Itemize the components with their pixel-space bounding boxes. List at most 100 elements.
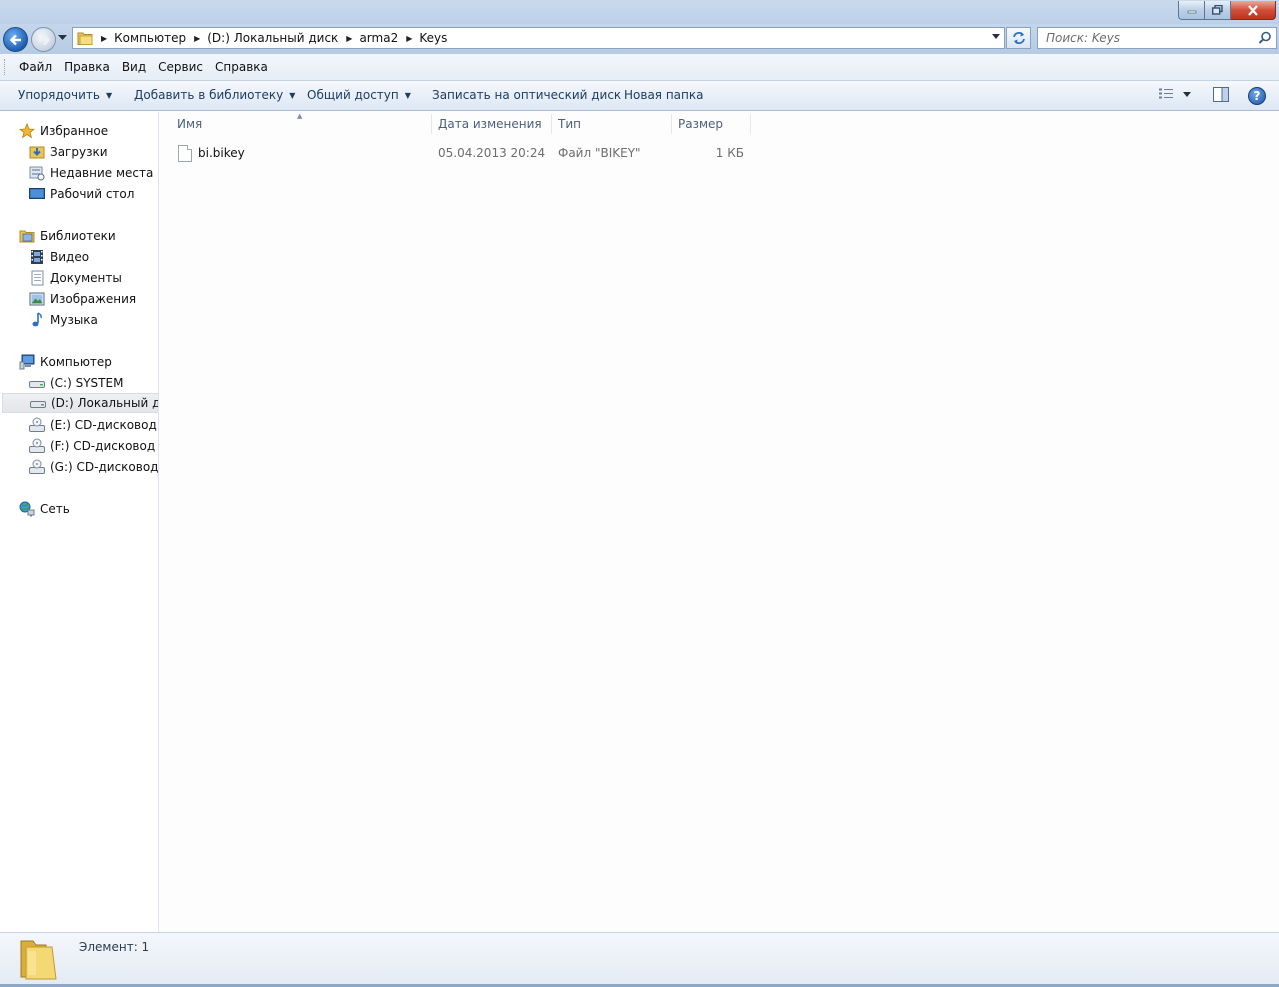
nav-network-label: Сеть <box>40 502 70 516</box>
menu-tools[interactable]: Сервис <box>152 60 209 74</box>
chevron-right-icon[interactable]: ▶ <box>194 34 200 43</box>
nav-item-label: Рабочий стол <box>50 187 135 201</box>
breadcrumb-computer[interactable]: Компьютер <box>114 31 186 45</box>
chevron-right-icon[interactable]: ▶ <box>346 34 352 43</box>
nav-network[interactable]: Сеть <box>19 499 70 519</box>
nav-item-drive-g[interactable]: (G:) CD-дисковод - . <box>29 457 159 477</box>
column-header-date[interactable]: Дата изменения <box>438 112 551 136</box>
arrow-left-icon <box>9 34 21 46</box>
file-name: bi.bikey <box>198 146 245 160</box>
file-list-pane: ▲ Имя Дата изменения Тип Размер bi.bikey… <box>160 112 1279 932</box>
recent-places-icon <box>29 165 45 181</box>
column-header-size[interactable]: Размер <box>678 112 750 136</box>
nav-favorites[interactable]: Избранное <box>19 121 108 141</box>
hard-drive-icon <box>30 395 46 411</box>
nav-item-documents[interactable]: Документы <box>29 268 122 288</box>
nav-libraries[interactable]: Библиотеки <box>19 226 116 246</box>
column-divider[interactable] <box>750 114 751 134</box>
column-divider[interactable] <box>431 114 432 134</box>
search-icon[interactable] <box>1258 31 1272 45</box>
chevron-down-icon: ▼ <box>105 90 113 100</box>
menu-help[interactable]: Справка <box>209 60 274 74</box>
help-button[interactable]: ? <box>1248 87 1266 105</box>
restore-button[interactable] <box>1205 1 1231 20</box>
table-row[interactable]: bi.bikey 05.04.2013 20:24 Файл "BIKEY" 1… <box>176 142 752 164</box>
share-button[interactable]: Общий доступ ▼ <box>307 88 411 102</box>
video-icon <box>29 249 45 265</box>
navigation-pane: Избранное Загрузки Недавние места Рабочи… <box>0 112 159 932</box>
search-placeholder: Поиск: Keys <box>1046 31 1121 45</box>
preview-pane-icon <box>1213 87 1229 102</box>
column-divider[interactable] <box>551 114 552 134</box>
menu-bar: Файл Правка Вид Сервис Справка <box>0 54 1279 81</box>
minimize-icon <box>1187 10 1196 14</box>
nav-item-recent-places[interactable]: Недавние места <box>29 163 153 183</box>
column-header-type[interactable]: Тип <box>558 112 671 136</box>
forward-button[interactable] <box>31 27 56 52</box>
breadcrumb-drive-d[interactable]: (D:) Локальный диск <box>207 31 338 45</box>
nav-item-pictures[interactable]: Изображения <box>29 289 136 309</box>
refresh-button[interactable] <box>1006 27 1031 49</box>
arrow-right-icon <box>39 34 51 46</box>
column-header-label: Тип <box>558 117 581 131</box>
burn-button[interactable]: Записать на оптический диск <box>432 88 621 102</box>
downloads-folder-icon <box>29 144 45 160</box>
organize-button[interactable]: Упорядочить ▼ <box>18 88 112 102</box>
breadcrumb-keys[interactable]: Keys <box>419 31 447 45</box>
back-button[interactable] <box>3 27 28 52</box>
preview-pane-button[interactable] <box>1213 87 1229 102</box>
add-to-library-label: Добавить в библиотеку <box>134 88 284 102</box>
nav-item-video[interactable]: Видео <box>29 247 89 267</box>
breadcrumb: ▶ Компьютер ▶ (D:) Локальный диск ▶ arma… <box>93 28 447 48</box>
details-view-icon <box>1159 88 1173 99</box>
organize-label: Упорядочить <box>18 88 100 102</box>
nav-item-desktop[interactable]: Рабочий стол <box>29 184 134 204</box>
nav-item-drive-f[interactable]: (F:) CD-дисковод - V <box>29 436 158 456</box>
nav-item-label: (D:) Локальный диск <box>51 396 158 410</box>
menu-edit[interactable]: Правка <box>58 60 116 74</box>
documents-icon <box>29 270 45 286</box>
chevron-down-icon <box>1183 92 1191 97</box>
nav-computer-label: Компьютер <box>40 355 112 369</box>
add-to-library-button[interactable]: Добавить в библиотеку ▼ <box>134 88 295 102</box>
breadcrumb-arma2[interactable]: arma2 <box>359 31 398 45</box>
nav-item-label: Музыка <box>50 313 98 327</box>
chevron-right-icon[interactable]: ▶ <box>406 34 412 43</box>
item-count: Элемент: 1 <box>79 940 150 954</box>
nav-favorites-label: Избранное <box>40 124 109 138</box>
chevron-right-icon[interactable]: ▶ <box>101 34 107 43</box>
file-date: 05.04.2013 20:24 <box>438 146 546 160</box>
close-icon <box>1248 4 1258 16</box>
file-name-cell[interactable]: bi.bikey <box>178 142 245 164</box>
nav-item-drive-d[interactable]: (D:) Локальный диск <box>2 393 158 413</box>
column-header-name[interactable]: Имя <box>177 112 431 136</box>
menu-file[interactable]: Файл <box>13 60 58 74</box>
nav-item-drive-e[interactable]: (E:) CD-дисковод <box>29 415 157 435</box>
address-history-dropdown[interactable] <box>992 34 1000 40</box>
title-bar <box>0 0 1279 24</box>
menu-view[interactable]: Вид <box>116 60 152 74</box>
chevron-down-icon: ▼ <box>289 90 296 100</box>
file-size: 1 КБ <box>715 146 744 160</box>
libraries-icon <box>19 228 35 244</box>
column-divider[interactable] <box>671 114 672 134</box>
address-bar[interactable]: ▶ Компьютер ▶ (D:) Локальный диск ▶ arma… <box>72 27 1005 49</box>
nav-item-downloads[interactable]: Загрузки <box>29 142 108 162</box>
column-header-label: Имя <box>177 117 203 131</box>
new-folder-button[interactable]: Новая папка <box>624 88 703 102</box>
window-controls <box>1178 1 1276 20</box>
nav-item-music[interactable]: Музыка <box>29 310 98 330</box>
view-options-dropdown[interactable] <box>1183 92 1191 98</box>
column-header-label: Дата изменения <box>438 117 542 131</box>
star-icon <box>19 123 35 139</box>
nav-item-label: (F:) CD-дисковод - V <box>50 439 158 453</box>
restore-icon <box>1212 5 1223 15</box>
search-input[interactable]: Поиск: Keys <box>1037 27 1277 49</box>
close-button[interactable] <box>1231 1 1276 20</box>
nav-item-drive-c[interactable]: (C:) SYSTEM <box>29 373 123 393</box>
change-view-button[interactable] <box>1158 87 1174 101</box>
nav-computer[interactable]: Компьютер <box>19 352 112 372</box>
recent-pages-dropdown[interactable] <box>58 35 67 41</box>
minimize-button[interactable] <box>1178 1 1205 20</box>
nav-item-label: (G:) CD-дисковод - . <box>50 460 159 474</box>
